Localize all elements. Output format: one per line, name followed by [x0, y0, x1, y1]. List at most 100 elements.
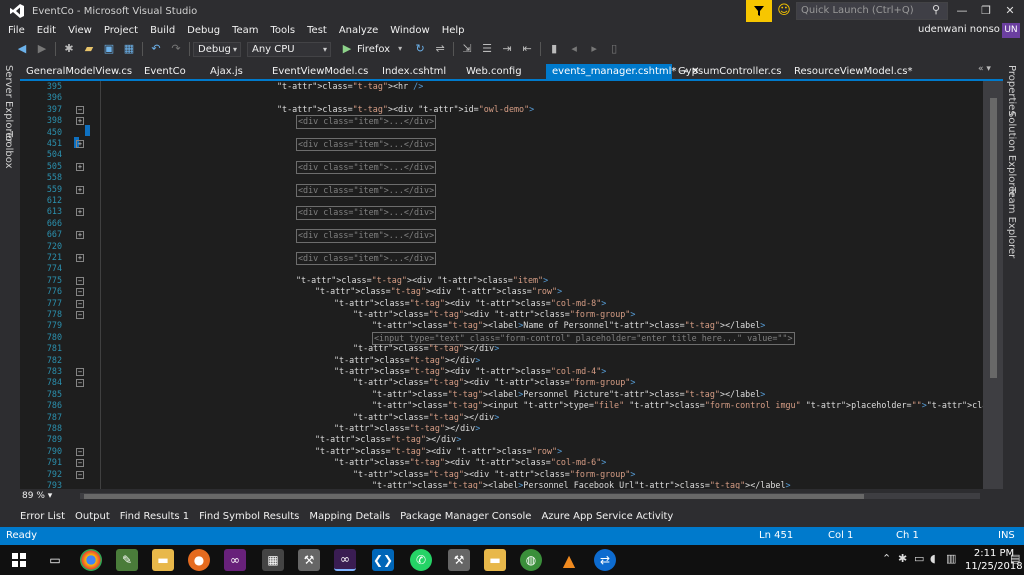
code-line[interactable]: 398 + <div class="item">...</div> [20, 115, 983, 129]
menu-help[interactable]: Help [436, 22, 471, 39]
tab-package-manager-console[interactable]: Package Manager Console [400, 511, 531, 522]
task-view-icon[interactable]: ▭ [44, 549, 66, 571]
code-line[interactable]: 782 "t-attr">class="t-tag"></div> [20, 355, 983, 366]
open-folder-icon[interactable]: ▰ [81, 41, 97, 57]
code-line[interactable]: 790 − "t-attr">class="t-tag"><div "t-attr"… [20, 446, 983, 457]
code-line[interactable]: 450 [20, 127, 983, 138]
tab-eventco[interactable]: EventCo [138, 64, 204, 79]
code-line[interactable]: 792 − "t-attr">class="t-tag"><div "t-attr"… [20, 469, 983, 480]
expand-outline-icon[interactable]: + [76, 185, 84, 194]
team-explorer-tab[interactable]: Team Explorer [1006, 187, 1017, 258]
code-line[interactable]: 788 "t-attr">class="t-tag"></div> [20, 423, 983, 434]
code-line[interactable]: 666 [20, 218, 983, 229]
code-line[interactable]: 781 "t-attr">class="t-tag"></div> [20, 343, 983, 354]
globe-icon[interactable]: ◍ [520, 549, 542, 571]
code-line[interactable]: 784 − "t-attr">class="t-tag"><div "t-attr"… [20, 377, 983, 388]
code-line[interactable]: 504 [20, 149, 983, 160]
collapse-outline-icon[interactable]: − [76, 288, 84, 297]
properties-tab[interactable]: Properties [1006, 65, 1017, 116]
expand-outline-icon[interactable]: + [76, 208, 84, 217]
clear-bookmarks-icon[interactable]: ▯ [606, 41, 622, 57]
tab-mapping-details[interactable]: Mapping Details [309, 511, 390, 522]
code-line[interactable]: 396 [20, 92, 983, 103]
menu-debug[interactable]: Debug [181, 22, 226, 39]
visual-studio-active-icon[interactable]: ∞ [334, 549, 356, 571]
prev-bookmark-icon[interactable]: ◂ [566, 41, 582, 57]
tray-chevron-up-icon[interactable]: ⌃ [882, 552, 891, 565]
menu-edit[interactable]: Edit [31, 22, 62, 39]
indent-icon[interactable]: ⇥ [499, 41, 515, 57]
code-line[interactable]: 667 + <div class="item">...</div> [20, 229, 983, 243]
code-line[interactable]: 505 + <div class="item">...</div> [20, 160, 983, 175]
tab-eventviewmodel[interactable]: EventViewModel.cs [266, 64, 376, 79]
horizontal-scroll-thumb[interactable] [84, 494, 864, 499]
code-line[interactable]: 778 − "t-attr">class="t-tag"><div "t-attr"… [20, 309, 983, 320]
vertical-scroll-thumb[interactable] [990, 98, 997, 378]
redo-icon[interactable]: ↷ [168, 41, 184, 57]
send-feedback-smile-icon[interactable]: ☺ [776, 3, 792, 19]
windows-start-icon[interactable] [8, 549, 30, 571]
zoom-select[interactable]: 89 % ▾ [22, 491, 70, 502]
close-button[interactable]: ✕ [998, 0, 1022, 22]
undo-icon[interactable]: ↶ [148, 41, 164, 57]
collapse-outline-icon[interactable]: − [76, 105, 84, 114]
solution-configuration-select[interactable]: Debug ▾ [193, 41, 241, 57]
menu-window[interactable]: Window [384, 22, 435, 39]
run-target-label[interactable]: Firefox [357, 44, 390, 55]
chrome-icon[interactable] [80, 549, 102, 571]
teamviewer-icon[interactable]: ⇄ [594, 549, 616, 571]
tab-ajax-js[interactable]: Ajax.js [204, 64, 266, 79]
browser-refresh-icon[interactable]: ↻ [412, 41, 428, 57]
menu-file[interactable]: File [0, 22, 31, 39]
visual-studio-icon[interactable]: ∞ [224, 549, 246, 571]
code-line[interactable]: 780 <input type="text" class="form-contro… [20, 331, 983, 346]
collapse-outline-icon[interactable]: − [76, 311, 84, 319]
tab-resourceviewmodel[interactable]: ResourceViewModel.cs* [788, 64, 913, 79]
navigate-forward-icon[interactable]: ▶ [34, 41, 50, 57]
new-project-icon[interactable]: ✱ [61, 41, 77, 57]
vlc-icon[interactable]: ▲ [558, 549, 580, 571]
signed-in-user[interactable]: udenwani nonso [918, 24, 1000, 35]
align-icon[interactable]: ☰ [479, 41, 495, 57]
code-line[interactable]: 720 [20, 241, 983, 252]
expand-outline-icon[interactable]: + [76, 162, 84, 171]
expand-outline-icon[interactable]: + [76, 231, 84, 240]
code-line[interactable]: 793 "t-attr">class="t-tag"><label>Personn… [20, 480, 983, 489]
solution-explorer-tab[interactable]: Solution Explorer [1006, 111, 1017, 197]
tab-find-results-1[interactable]: Find Results 1 [120, 511, 189, 522]
save-all-icon[interactable]: ▦ [121, 41, 137, 57]
code-line[interactable]: 612 [20, 195, 983, 206]
code-line[interactable]: 789 "t-attr">class="t-tag"></div> [20, 434, 983, 445]
volume-icon[interactable]: ◖ [930, 552, 936, 565]
code-line[interactable]: 774 [20, 263, 983, 274]
minimize-button[interactable]: — [950, 0, 974, 22]
menu-view[interactable]: View [62, 22, 98, 39]
next-bookmark-icon[interactable]: ▸ [586, 41, 602, 57]
collapse-outline-icon[interactable]: − [76, 368, 84, 376]
tab-gypsumcontroller[interactable]: GypsumController.cs [672, 64, 788, 79]
tab-azure-app-service-activity[interactable]: Azure App Service Activity [541, 511, 673, 522]
tool-app-icon[interactable]: ⚒ [298, 549, 320, 571]
menu-project[interactable]: Project [98, 22, 144, 39]
code-line[interactable]: 395 "t-attr">class="t-tag"><hr /> [20, 81, 983, 92]
code-line[interactable]: 559 + <div class="item">...</div> [20, 183, 983, 197]
tab-output[interactable]: Output [75, 511, 110, 522]
battery-icon[interactable]: ▭ [914, 552, 924, 565]
code-line[interactable]: 786 "t-attr">class="t-tag"><input "t-attr… [20, 400, 983, 411]
collapse-outline-icon[interactable]: − [76, 379, 84, 388]
code-line[interactable]: 451 + <div class="item">...</div> [20, 138, 983, 152]
menu-team[interactable]: Team [226, 22, 264, 39]
toolbox-tab[interactable]: Toolbox [3, 131, 14, 169]
tab-events-manager-active[interactable]: events_manager.cshtml* ⊸ ✕ [546, 64, 700, 79]
collapse-outline-icon[interactable]: − [76, 470, 84, 479]
menu-analyze[interactable]: Analyze [333, 22, 384, 39]
code-line[interactable]: 776 − "t-attr">class="t-tag"><div "t-attr"… [20, 286, 983, 297]
code-line[interactable]: 721 + <div class="item">...</div> [20, 252, 983, 266]
firefox-icon[interactable]: ● [188, 549, 210, 571]
code-line[interactable]: 785 "t-attr">class="t-tag"><label>Personn… [20, 389, 983, 400]
code-editor[interactable]: 395 "t-attr">class="t-tag"><hr /> 396 397 − "… [20, 81, 983, 489]
collapse-outline-icon[interactable]: − [76, 447, 84, 456]
code-line[interactable]: 613 + <div class="item">...</div> [20, 206, 983, 220]
notepad-icon[interactable]: ✎ [116, 549, 138, 571]
expand-outline-icon[interactable]: + [76, 140, 84, 148]
